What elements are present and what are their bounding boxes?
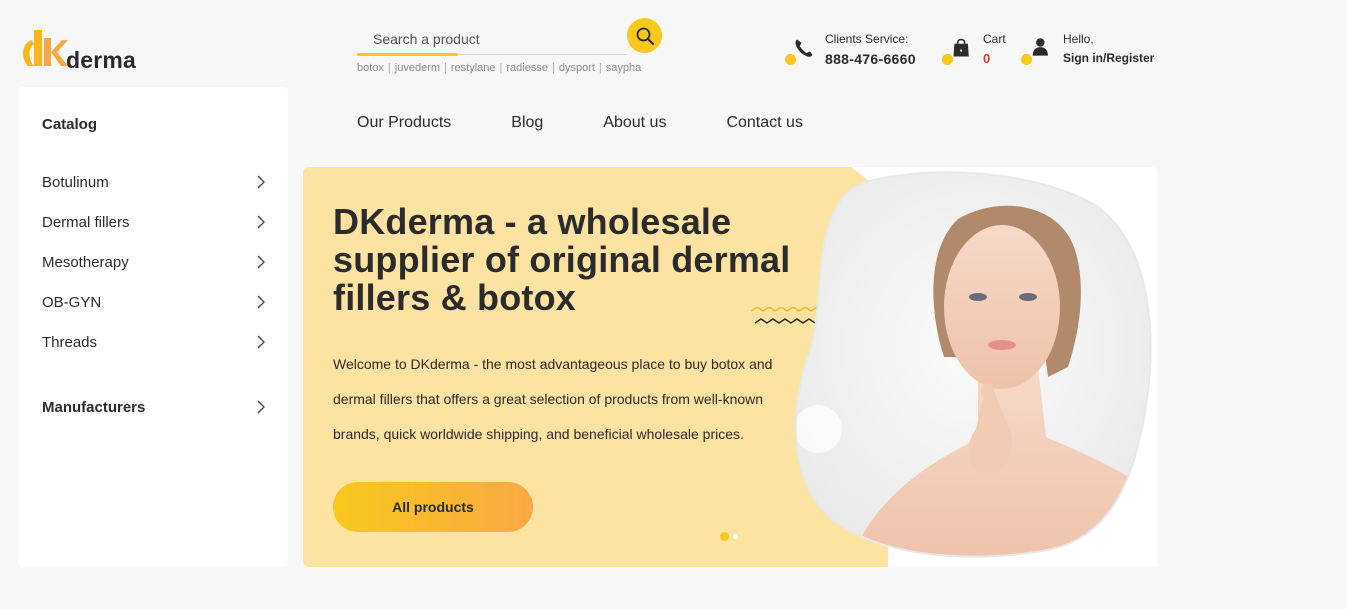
account-block[interactable]: Hello, Sign in/Register [1021,30,1171,70]
sidebar-item-label: Botulinum [42,173,109,191]
chevron-right-icon [254,215,268,229]
cart-block[interactable]: Cart 0 [942,30,1012,70]
search-tag[interactable]: saypha [606,62,641,74]
greeting-label: Hello, [1063,32,1094,46]
cart-label: Cart [983,32,1006,46]
slider-dot[interactable] [733,534,738,539]
nav-about-us[interactable]: About us [603,114,666,136]
search-tag[interactable]: radiesse [506,62,548,74]
all-products-button[interactable]: All products [333,482,533,532]
popular-search-tags: botox | juvederm | restylane | radiesse | dyspor… [357,62,641,74]
search-tag[interactable]: dysport [559,62,595,74]
search-tag[interactable]: botox [357,62,384,74]
sidebar-item-threads[interactable]: Threads [42,330,268,354]
nav-blog[interactable]: Blog [511,114,543,136]
client-service-block[interactable]: Clients Service: 888-476-6660 [785,30,935,70]
slider-dot-active[interactable] [720,532,729,541]
logo-mark-icon [23,30,68,66]
site-logo[interactable]: derma [18,28,148,73]
chevron-right-icon [254,255,268,269]
main-nav: Our Products Blog About us Contact us [357,114,863,136]
search-icon [636,27,654,45]
sidebar-item-ob-gyn[interactable]: OB-GYN [42,290,268,314]
tag-separator: | [598,62,602,74]
catalog-title: Catalog [42,116,98,133]
shopping-bag-icon [953,38,969,57]
phone-icon [795,39,813,57]
user-icon [1032,38,1048,56]
chevron-right-icon [254,295,268,309]
logo-wordmark: derma [66,47,137,73]
hero-model-photo [794,171,1152,558]
tag-separator: | [551,62,555,74]
sidebar-item-label: Threads [42,333,98,351]
hero-description: Welcome to DKderma - the most advantageo… [333,356,773,442]
search-underline-accent [357,53,458,56]
search-button[interactable] [627,18,662,53]
search-tag[interactable]: restylane [451,62,496,74]
tag-separator: | [499,62,503,74]
search-input[interactable] [357,24,622,54]
sidebar-item-manufacturers[interactable]: Manufacturers [42,395,268,419]
tag-separator: | [444,62,447,74]
slider-pagination [720,532,742,541]
client-service-phone[interactable]: 888-476-6660 [825,51,916,67]
nav-contact-us[interactable]: Contact us [726,114,802,136]
client-service-label: Clients Service: [825,32,909,46]
sidebar-item-label: OB-GYN [42,293,102,311]
search-tag[interactable]: juvederm [395,62,440,74]
sidebar-item-label: Manufacturers [42,398,146,416]
sidebar-item-dermal-fillers[interactable]: Dermal fillers [42,210,268,234]
sidebar-item-mesotherapy[interactable]: Mesotherapy [42,250,268,274]
sidebar-item-label: Mesotherapy [42,253,129,271]
tag-separator: | [387,62,391,74]
sidebar-item-botulinum[interactable]: Botulinum [42,170,268,194]
sidebar-item-label: Dermal fillers [42,213,130,231]
chevron-right-icon [254,400,268,414]
hero-banner: DKderma - a wholesale supplier of origin… [303,167,1158,567]
cart-count: 0 [983,51,991,66]
catalog-sidebar: Catalog Botulinum Dermal fillers Mesothe… [18,87,288,567]
sign-in-register-link[interactable]: Sign in/Register [1063,51,1154,65]
chevron-right-icon [254,335,268,349]
nav-our-products[interactable]: Our Products [357,114,451,136]
hero-title: DKderma - a wholesale supplier of origin… [333,201,791,318]
chevron-right-icon [254,175,268,189]
